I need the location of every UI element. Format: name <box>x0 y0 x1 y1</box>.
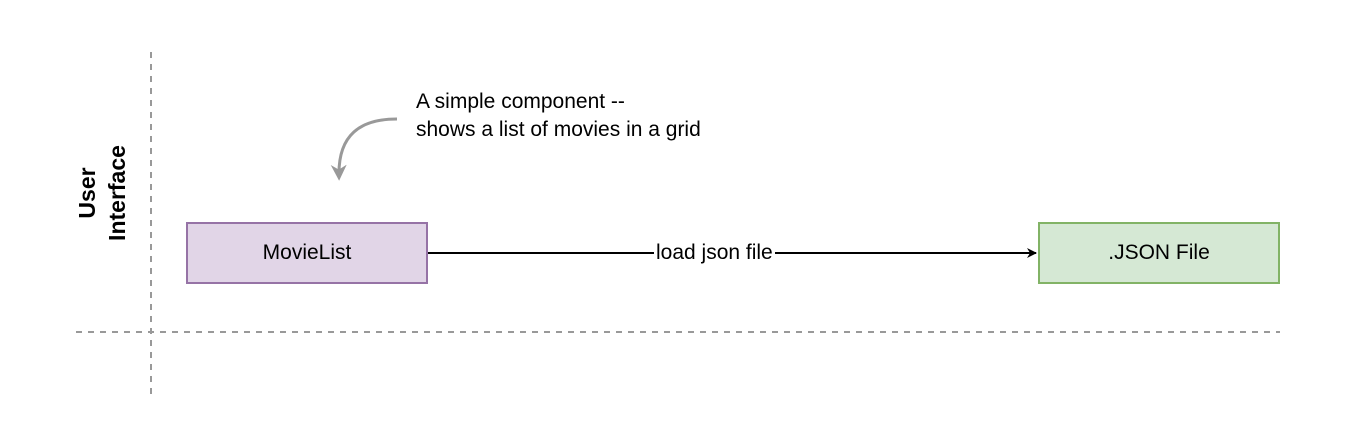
annotation-note-line2: shows a list of movies in a grid <box>416 118 701 141</box>
json-file-node[interactable]: .JSON File <box>1038 222 1280 284</box>
lane-label-line1: User <box>74 167 100 219</box>
movielist-node-label: MovieList <box>262 241 352 264</box>
note-pointer-arrow <box>330 117 398 181</box>
load-json-edge-label: load json file <box>654 239 775 267</box>
annotation-note-line1: A simple component -- <box>416 90 625 113</box>
lane-label-line2: Interface <box>104 145 130 241</box>
json-file-node-label: .JSON File <box>1108 241 1210 264</box>
movielist-node[interactable]: MovieList <box>186 222 428 284</box>
lane-label-user-interface: User Interface <box>72 93 132 293</box>
annotation-note: A simple component -- shows a list of mo… <box>416 88 701 144</box>
diagram-canvas: User Interface MovieList .JSON File load… <box>0 0 1354 448</box>
